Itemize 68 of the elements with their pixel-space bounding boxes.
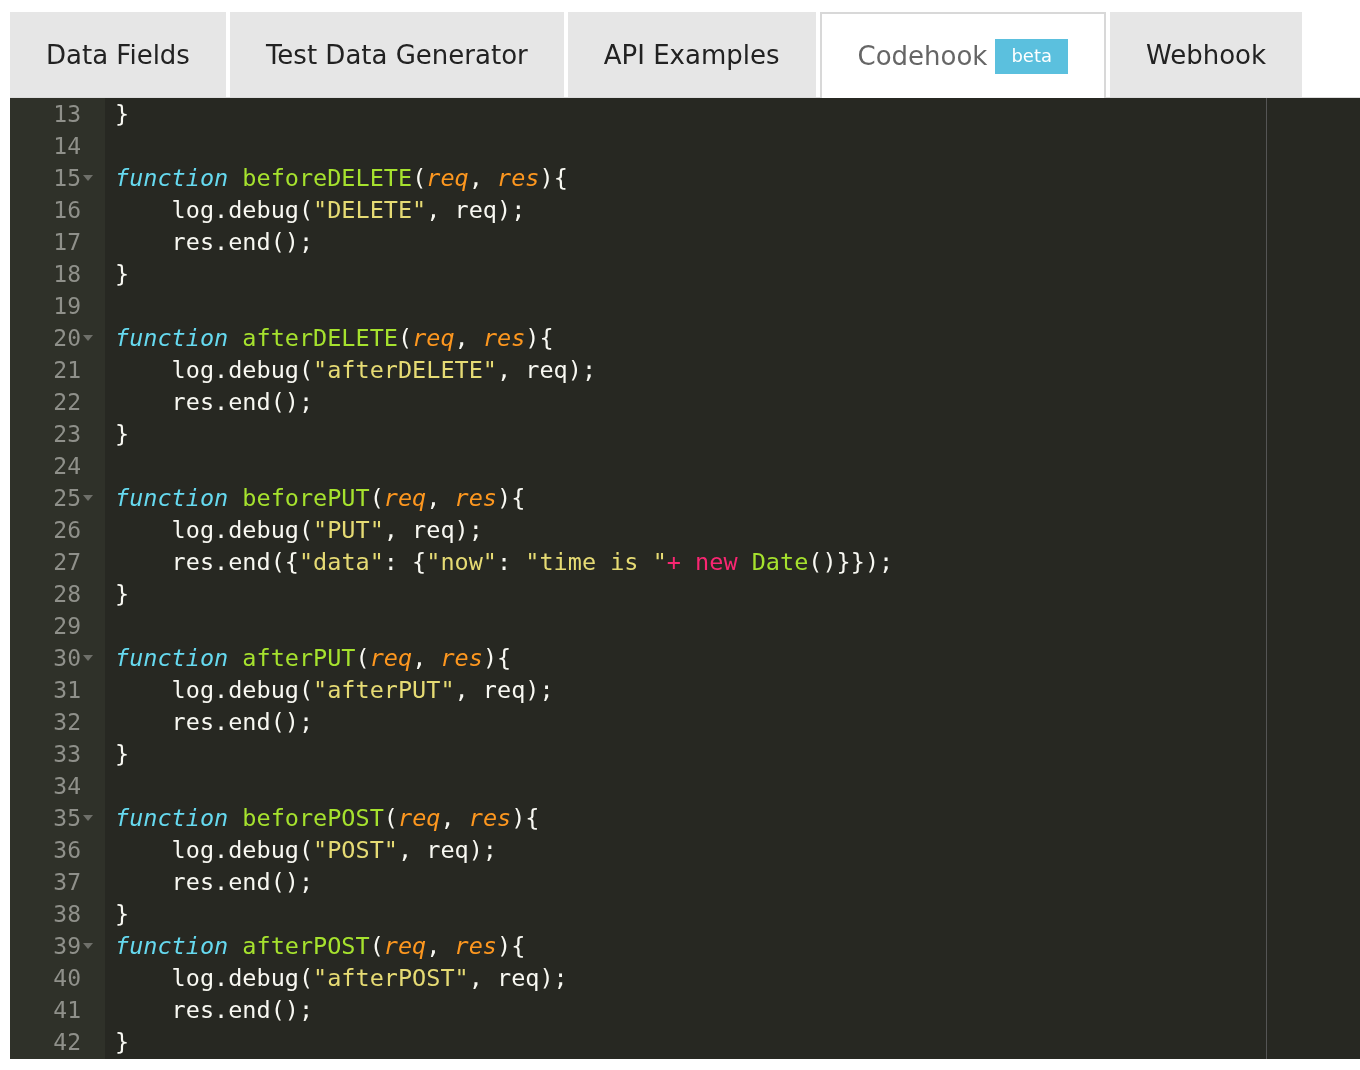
line-number: 32 [53,709,81,735]
line-number: 31 [53,677,81,703]
line-number: 25 [53,485,81,511]
line-number: 17 [53,229,81,255]
tab[interactable]: Data Fields [10,12,226,97]
code-line: } [115,99,130,130]
code-line: res.end(); [170,707,314,738]
code-line: res.end(); [170,995,314,1026]
line-number: 13 [53,101,81,127]
line-number: 42 [53,1029,81,1055]
tab[interactable]: Codehook beta [819,12,1106,98]
line-number: 30 [53,645,81,671]
line-number: 40 [53,965,81,991]
line-number: 21 [53,357,81,383]
fold-arrow-icon[interactable] [83,655,93,661]
fold-arrow-icon[interactable] [83,175,93,181]
code-line: log.debug("PUT", req); [170,515,483,546]
line-number: 22 [53,389,81,415]
code-line: res.end(); [170,867,314,898]
fold-arrow-icon[interactable] [83,815,93,821]
line-number: 19 [53,293,81,319]
line-number: 28 [53,581,81,607]
line-number: 18 [53,261,81,287]
code-line: } [115,739,130,770]
line-number: 29 [53,613,81,639]
line-number: 34 [53,773,81,799]
code-line: } [115,259,130,290]
line-number: 14 [53,133,81,159]
code-line: log.debug("afterDELETE", req); [170,355,597,386]
fold-arrow-icon[interactable] [83,943,93,949]
line-number: 16 [53,197,81,223]
line-number: 24 [53,453,81,479]
line-number: 15 [53,165,81,191]
code-line: function afterPOST(req, res){ [115,931,526,962]
tab[interactable]: Webhook [1110,12,1303,97]
line-number: 20 [53,325,81,351]
line-number: 27 [53,549,81,575]
line-number: 36 [53,837,81,863]
code-line: } [115,1027,130,1058]
code-line: } [115,419,130,450]
line-number: 23 [53,421,81,447]
line-number: 33 [53,741,81,767]
fold-arrow-icon[interactable] [83,335,93,341]
code-line: res.end(); [170,227,314,258]
tab[interactable]: API Examples [567,12,816,97]
code-line: function afterDELETE(req, res){ [115,323,554,354]
line-number: 35 [53,805,81,831]
code-line: log.debug("afterPUT", req); [170,675,554,706]
line-number: 39 [53,933,81,959]
code-line: function afterPUT(req, res){ [115,643,512,674]
code-line: res.end({"data": {"now": "time is "+ new Date()}}); [170,547,894,578]
line-number: 38 [53,901,81,927]
line-number: 37 [53,869,81,895]
code-line: log.debug("POST", req); [170,835,497,866]
code-line: } [115,579,130,610]
code-editor[interactable] [10,98,1360,1059]
code-line: res.end(); [170,387,314,418]
beta-badge: beta [995,38,1068,74]
code-line: log.debug("DELETE", req); [170,195,526,226]
code-line: function beforePOST(req, res){ [115,803,540,834]
tab[interactable]: Test Data Generator [229,12,564,97]
line-number: 41 [53,997,81,1023]
code-line: function beforePUT(req, res){ [115,483,526,514]
code-line: function beforeDELETE(req, res){ [115,163,568,194]
fold-arrow-icon[interactable] [83,495,93,501]
code-line: } [115,899,130,930]
line-number: 26 [53,517,81,543]
code-line: log.debug("afterPOST", req); [170,963,568,994]
